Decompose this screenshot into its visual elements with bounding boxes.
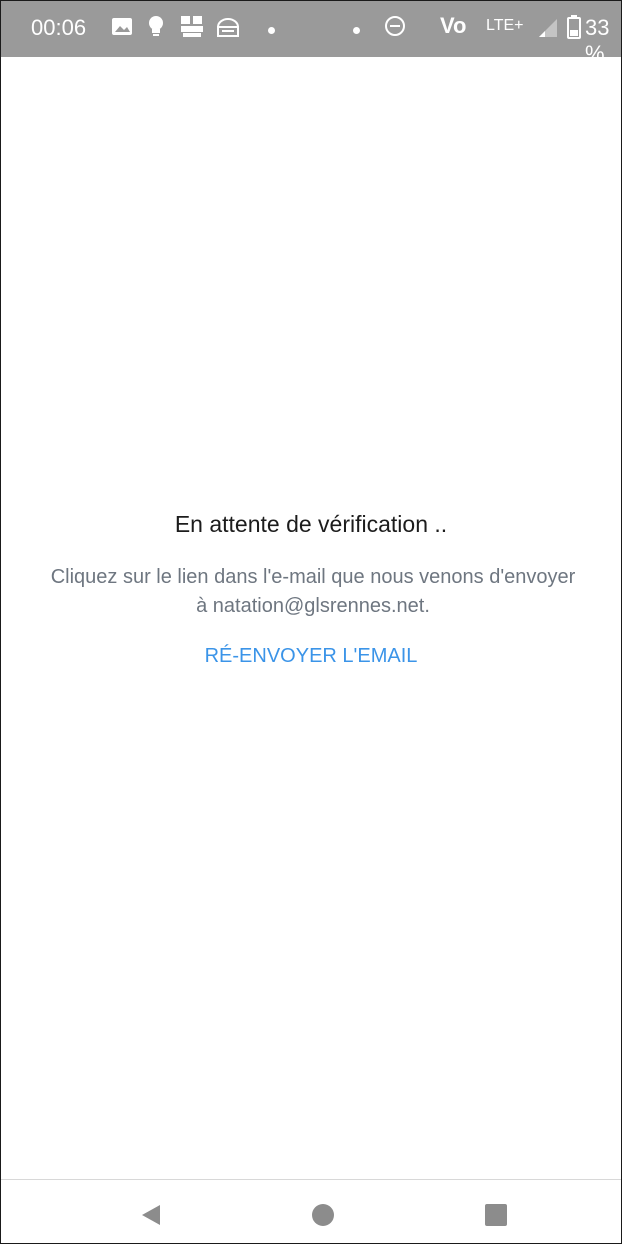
home-icon[interactable] [310,1202,336,1228]
verification-message-line-1: Cliquez sur le lien dans l'e-mail que no… [50,566,576,588]
recents-icon[interactable] [483,1202,509,1228]
resend-email-button[interactable]: RÉ-ENVOYER L'EMAIL [1,645,621,668]
dot-icon [268,27,275,34]
signal-icon [537,17,559,42]
image-icon [111,15,133,39]
keyboard-icon [215,15,241,39]
battery-percentage: 33 % [585,15,610,66]
dot-icon [353,27,360,34]
verification-message: Cliquez sur le lien dans l'e-mail que no… [41,563,585,621]
volte-icon: Vo [440,13,467,38]
bulb-icon [147,15,165,39]
status-time: 00:06 [31,15,87,40]
stopcovid-icon [179,15,205,39]
status-bar: 00:06 Vo LTE+ 33 % [1,1,621,66]
navigation-bar [1,1180,621,1243]
app-screen: 00:06 Vo LTE+ 33 % En attente de vérific… [0,0,622,1244]
verification-title: En attente de vérification .. [174,511,448,537]
lte-plus-icon: LTE+ [486,17,524,34]
back-icon[interactable] [138,1202,164,1228]
battery-icon [567,15,581,44]
do-not-disturb-icon [384,15,406,39]
verification-message-line-2: à natation@glsrennes.net. [196,595,430,617]
